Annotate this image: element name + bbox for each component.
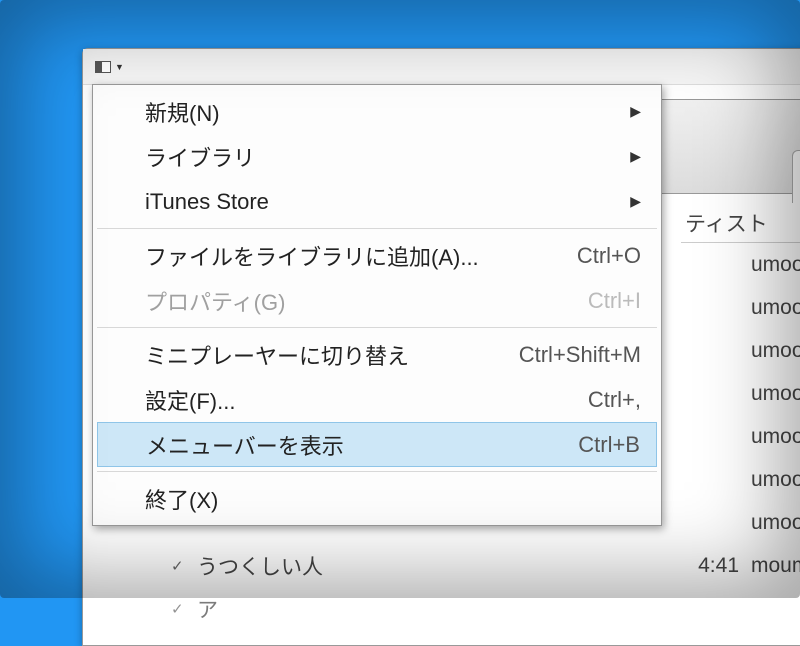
menu-item-label: 新規(N): [145, 96, 630, 128]
track-time: 4:41: [681, 554, 751, 578]
check-icon[interactable]: ✓: [171, 600, 197, 618]
menu-item-label: メニューバーを表示: [146, 429, 578, 461]
menu-item[interactable]: iTunes Store▶: [95, 179, 659, 224]
track-artist: umoon: [751, 296, 800, 320]
track-title: ア: [197, 594, 800, 624]
menu-item-label: 終了(X): [145, 483, 641, 515]
menu-shortcut: Ctrl+I: [588, 288, 641, 314]
menu-item[interactable]: ミニプレーヤーに切り替えCtrl+Shift+M: [95, 332, 659, 377]
track-artist: umoon: [751, 382, 800, 406]
track-artist: moumoon: [751, 554, 800, 578]
chevron-right-icon: ▶: [630, 193, 641, 210]
table-row[interactable]: ✓ ア: [83, 587, 800, 630]
chevron-right-icon: ▶: [630, 103, 641, 120]
chevron-down-icon: ▼: [115, 62, 124, 72]
menu-item[interactable]: 新規(N)▶: [95, 89, 659, 134]
menu-item-label: プロパティ(G): [145, 285, 588, 317]
menu-separator: [97, 327, 657, 328]
track-artist: umoon: [751, 511, 800, 535]
chevron-right-icon: ▶: [630, 148, 641, 165]
track-artist: umoon: [751, 468, 800, 492]
menu-item[interactable]: 設定(F)...Ctrl+,: [95, 377, 659, 422]
menu-shortcut: Ctrl+,: [588, 387, 641, 413]
tab-artist[interactable]: アー: [792, 150, 800, 203]
sidebar-icon: [95, 61, 111, 73]
table-row[interactable]: ✓ うつくしい人 4:41 moumoon: [83, 544, 800, 587]
menu-shortcut: Ctrl+O: [577, 243, 641, 269]
menu-item-label: ファイルをライブラリに追加(A)...: [145, 240, 577, 272]
track-title: うつくしい人: [197, 551, 681, 581]
menu-item[interactable]: 終了(X): [95, 476, 659, 521]
menu-shortcut: Ctrl+Shift+M: [519, 342, 641, 368]
menu-shortcut: Ctrl+B: [578, 432, 640, 458]
menu-item[interactable]: ファイルをライブラリに追加(A)...Ctrl+O: [95, 233, 659, 278]
main-dropdown-menu: 新規(N)▶ライブラリ▶iTunes Store▶ファイルをライブラリに追加(A…: [92, 84, 662, 526]
track-artist: umoon: [751, 253, 800, 277]
titlebar: ▼: [83, 49, 800, 85]
main-menu-button[interactable]: ▼: [91, 57, 128, 77]
menu-separator: [97, 228, 657, 229]
track-artist: umoon: [751, 339, 800, 363]
menu-item: プロパティ(G)Ctrl+I: [95, 278, 659, 323]
menu-item-label: ミニプレーヤーに切り替え: [145, 339, 519, 371]
menu-item[interactable]: メニューバーを表示Ctrl+B: [97, 422, 657, 467]
track-artist: umoon: [751, 425, 800, 449]
tab-bar: アー: [788, 159, 800, 203]
menu-item-label: 設定(F)...: [145, 384, 588, 416]
menu-item-label: ライブラリ: [145, 141, 630, 173]
menu-item-label: iTunes Store: [145, 189, 630, 215]
check-icon[interactable]: ✓: [171, 557, 197, 575]
menu-item[interactable]: ライブラリ▶: [95, 134, 659, 179]
menu-separator: [97, 471, 657, 472]
column-header-artist[interactable]: ティスト: [681, 203, 800, 243]
